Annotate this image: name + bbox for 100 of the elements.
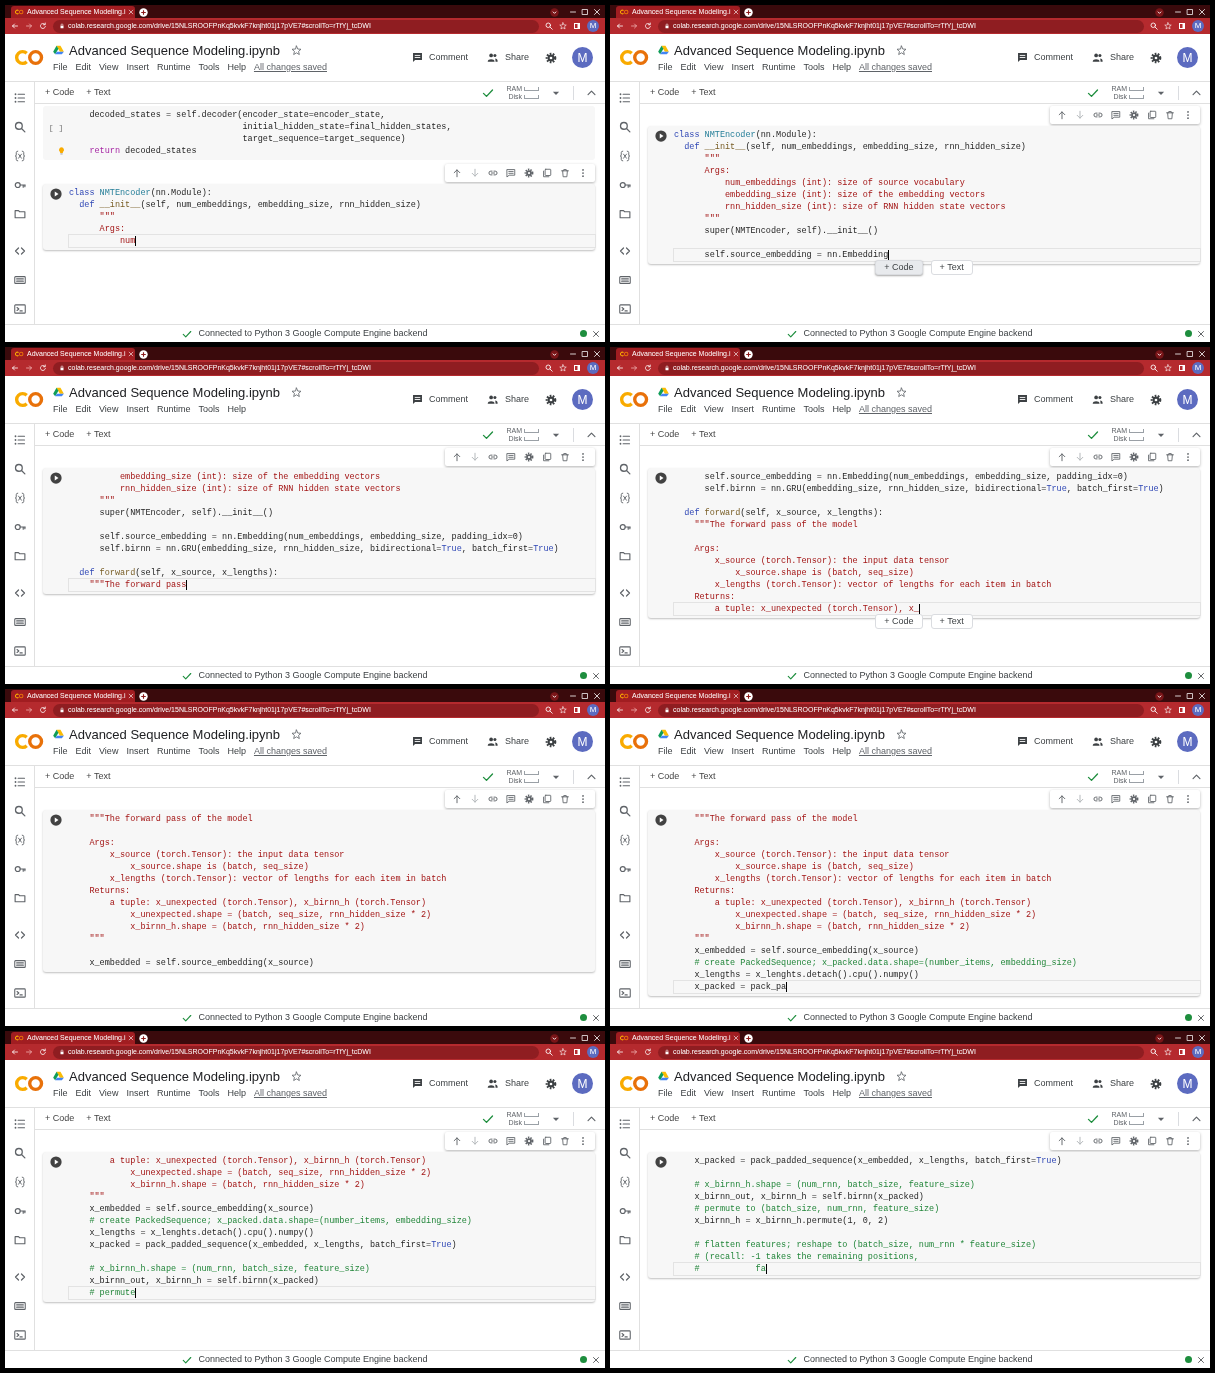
settings-icon[interactable] (545, 735, 557, 748)
close-icon[interactable] (592, 671, 600, 680)
menu-item[interactable]: Help (832, 403, 851, 415)
avatar[interactable]: M (1177, 389, 1198, 410)
avatar[interactable]: M (1177, 731, 1198, 752)
tab-search-icon[interactable] (550, 350, 559, 359)
settings-icon[interactable] (545, 393, 557, 406)
search-icon[interactable] (13, 463, 26, 475)
profile-avatar[interactable]: M (1192, 20, 1204, 32)
key-icon[interactable] (13, 179, 26, 191)
search-icon[interactable] (545, 706, 553, 714)
comment-button[interactable]: Comment (1012, 47, 1077, 68)
link-icon[interactable] (1093, 1136, 1103, 1146)
menu-item[interactable]: View (704, 745, 724, 757)
menu-item[interactable]: Help (832, 1087, 851, 1099)
forward-icon[interactable] (25, 22, 33, 30)
close-icon[interactable] (1197, 1013, 1205, 1022)
menu-item[interactable]: File (658, 61, 673, 73)
terminal-icon[interactable] (618, 1329, 631, 1341)
comment-icon[interactable] (506, 452, 516, 462)
menu-item[interactable]: Help (227, 61, 246, 73)
notebook-title[interactable]: Advanced Sequence Modeling.ipynb (69, 1068, 281, 1084)
save-status-link[interactable]: All changes saved (253, 1087, 327, 1099)
menu-item[interactable]: Tools (803, 745, 825, 757)
key-icon[interactable] (13, 1205, 26, 1217)
share-button[interactable]: Share (481, 389, 533, 410)
tab-search-icon[interactable] (1155, 692, 1164, 701)
search-icon[interactable] (545, 1048, 553, 1056)
back-icon[interactable] (616, 706, 624, 714)
settings-icon[interactable] (524, 452, 534, 462)
add-code-button[interactable]: + Code (650, 769, 680, 784)
avatar[interactable]: M (572, 389, 593, 410)
chevron-up-icon[interactable] (1191, 771, 1202, 782)
menu-item[interactable]: Runtime (156, 61, 191, 73)
menu-item[interactable]: Insert (126, 403, 149, 415)
back-icon[interactable] (11, 1048, 19, 1056)
arrow-up-icon[interactable] (1057, 452, 1067, 462)
list-icon[interactable] (13, 434, 26, 446)
avatar[interactable]: M (572, 731, 593, 752)
menu-item[interactable]: File (53, 745, 68, 757)
search-icon[interactable] (618, 1147, 631, 1159)
copy-icon[interactable] (542, 1136, 552, 1146)
search-icon[interactable] (618, 805, 631, 817)
comment-icon[interactable] (506, 168, 516, 178)
trash-icon[interactable] (1165, 794, 1175, 804)
menu-item[interactable]: Help (227, 403, 246, 415)
reload-icon[interactable] (39, 706, 47, 714)
new-tab-icon[interactable] (744, 692, 753, 701)
run-icon[interactable] (655, 1156, 667, 1168)
comment-button[interactable]: Comment (1012, 389, 1077, 410)
link-icon[interactable] (1093, 794, 1103, 804)
menu-item[interactable]: Insert (731, 61, 754, 73)
run-icon[interactable] (50, 472, 62, 484)
keyboard-icon[interactable] (618, 274, 631, 286)
share-button[interactable]: Share (1086, 47, 1138, 68)
forward-icon[interactable] (630, 706, 638, 714)
new-tab-icon[interactable] (139, 8, 148, 17)
comment-button[interactable]: Comment (407, 389, 472, 410)
close-icon[interactable] (592, 1355, 600, 1364)
folder-icon[interactable] (618, 892, 631, 904)
code-icon[interactable] (13, 1271, 26, 1283)
menu-item[interactable]: View (99, 745, 119, 757)
search-icon[interactable] (13, 121, 26, 133)
link-icon[interactable] (488, 1136, 498, 1146)
copy-icon[interactable] (542, 794, 552, 804)
settings-icon[interactable] (1129, 1136, 1139, 1146)
menu-item[interactable]: Tools (198, 61, 220, 73)
search-icon[interactable] (545, 22, 553, 30)
tab-search-icon[interactable] (1155, 8, 1164, 17)
menu-item[interactable]: Help (832, 745, 851, 757)
maximize-icon[interactable] (1186, 1034, 1194, 1042)
avatar[interactable]: M (572, 47, 593, 68)
profile-avatar[interactable]: M (587, 362, 599, 374)
search-icon[interactable] (1150, 706, 1158, 714)
chevron-up-icon[interactable] (586, 771, 597, 782)
menu-item[interactable]: Runtime (761, 403, 796, 415)
comment-icon[interactable] (1111, 794, 1121, 804)
close-icon[interactable] (1197, 671, 1205, 680)
braces-icon[interactable] (618, 834, 631, 846)
new-tab-icon[interactable] (744, 8, 753, 17)
key-icon[interactable] (13, 863, 26, 875)
comment-button[interactable]: Comment (407, 47, 472, 68)
menu-item[interactable]: Insert (731, 745, 754, 757)
star-icon[interactable] (291, 728, 303, 740)
list-icon[interactable] (618, 434, 631, 446)
chevron-up-icon[interactable] (586, 429, 597, 440)
avatar[interactable]: M (572, 1073, 593, 1094)
share-button[interactable]: Share (481, 731, 533, 752)
back-icon[interactable] (11, 364, 19, 372)
menu-item[interactable]: File (658, 403, 673, 415)
folder-icon[interactable] (13, 1234, 26, 1246)
maximize-icon[interactable] (1186, 8, 1194, 16)
keyboard-icon[interactable] (13, 958, 26, 970)
menu-item[interactable]: Tools (198, 1087, 220, 1099)
menu-item[interactable]: View (704, 61, 724, 73)
new-tab-icon[interactable] (744, 350, 753, 359)
menu-item[interactable]: Runtime (761, 1087, 796, 1099)
arrow-up-icon[interactable] (452, 452, 462, 462)
minimize-icon[interactable] (1174, 350, 1182, 358)
settings-icon[interactable] (1129, 794, 1139, 804)
